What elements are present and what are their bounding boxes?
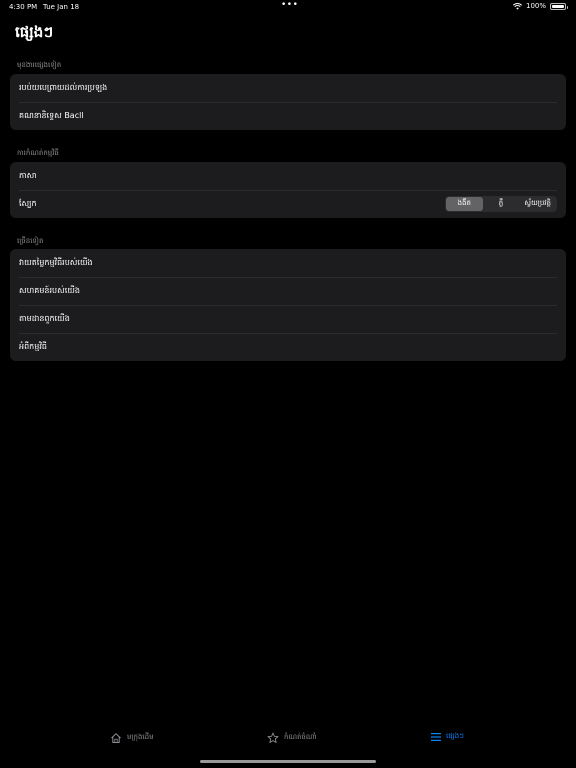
about-app-row[interactable]: អំពីកម្មវិធី [10,333,566,361]
app-settings-group: ភាសា ស្បែក ងងឹត ភ្លឺ ស្វ័យប្រវត្តិ [10,162,566,218]
tab-label: កំណត់ចំណាំ [284,733,317,741]
tab-more[interactable]: ផ្សេងៗ [431,732,464,742]
list-icon [431,733,441,741]
section-header-more-features: មុខងារផ្សេងទៀត [17,61,62,69]
row-label: អំពីកម្មវិធី [19,342,47,351]
theme-option-automatic[interactable]: ស្វ័យប្រវត្តិ [519,197,556,211]
status-date: Tue Jan 18 [43,3,80,11]
row-label: គណនានិទ្ទេស Bacll [19,111,84,120]
tab-bookmarks[interactable]: កំណត់ចំណាំ [267,732,317,744]
star-icon [267,732,279,743]
language-row[interactable]: ភាសា [10,162,566,190]
row-label: ភាសា [19,171,37,180]
status-time: 4:30 PM [9,3,38,11]
tab-label: មក្រុងដើម [127,733,154,741]
community-row[interactable]: សហគមន៍របស់យើង [10,277,566,305]
house-icon [111,733,121,743]
row-label: ស្បែក [19,199,37,208]
battery-icon [550,2,568,10]
more-features-group: របប់យបេព្រាយដល់ការប្រឡង គណនានិទ្ទេស Bacl… [10,74,566,130]
row-label: តាមដានពួកយើង [19,314,70,323]
status-bar: 4:30 PM Tue Jan 18 ••• 100% [0,0,576,14]
battery-percentage: 100% [525,2,546,10]
row-label: សហគមន៍របស់យើង [19,286,80,295]
home-indicator[interactable] [200,760,376,763]
theme-row: ស្បែក ងងឹត ភ្លឺ ស្វ័យប្រវត្តិ [10,190,566,218]
wifi-icon [513,2,522,10]
row-label: របប់យបេព្រាយដល់ការប្រឡង [19,83,108,92]
bacii-grade-calculator-row[interactable]: គណនានិទ្ទេស Bacll [10,102,566,130]
theme-option-dark[interactable]: ងងឹត [446,197,483,211]
tab-label: ផ្សេងៗ [446,732,464,740]
section-header-more: ច្រើនទៀត [17,237,44,245]
follow-us-row[interactable]: តាមដានពួកយើង [10,305,566,333]
tab-home[interactable]: មក្រុងដើម [110,732,154,744]
theme-segmented-control: ងងឹត ភ្លឺ ស្វ័យប្រវត្តិ [445,196,557,212]
tab-bar: មក្រុងដើម កំណត់ចំណាំ ផ្សេងៗ [0,722,576,768]
status-right: 100% [513,2,568,10]
rate-app-row[interactable]: វាយតម្លៃកម្មវិធីរបស់យើង [10,249,566,277]
multitasking-dots-icon[interactable]: ••• [281,0,298,10]
section-header-app-settings: ការកំណត់កម្មវិធី [17,149,59,157]
row-label: វាយតម្លៃកម្មវិធីរបស់យើង [19,258,93,267]
page-title: ផ្សេងៗ [15,23,54,41]
theme-option-light[interactable]: ភ្លឺ [483,197,520,211]
exam-countdown-row[interactable]: របប់យបេព្រាយដល់ការប្រឡង [10,74,566,102]
more-group: វាយតម្លៃកម្មវិធីរបស់យើង សហគមន៍របស់យើង តា… [10,249,566,361]
